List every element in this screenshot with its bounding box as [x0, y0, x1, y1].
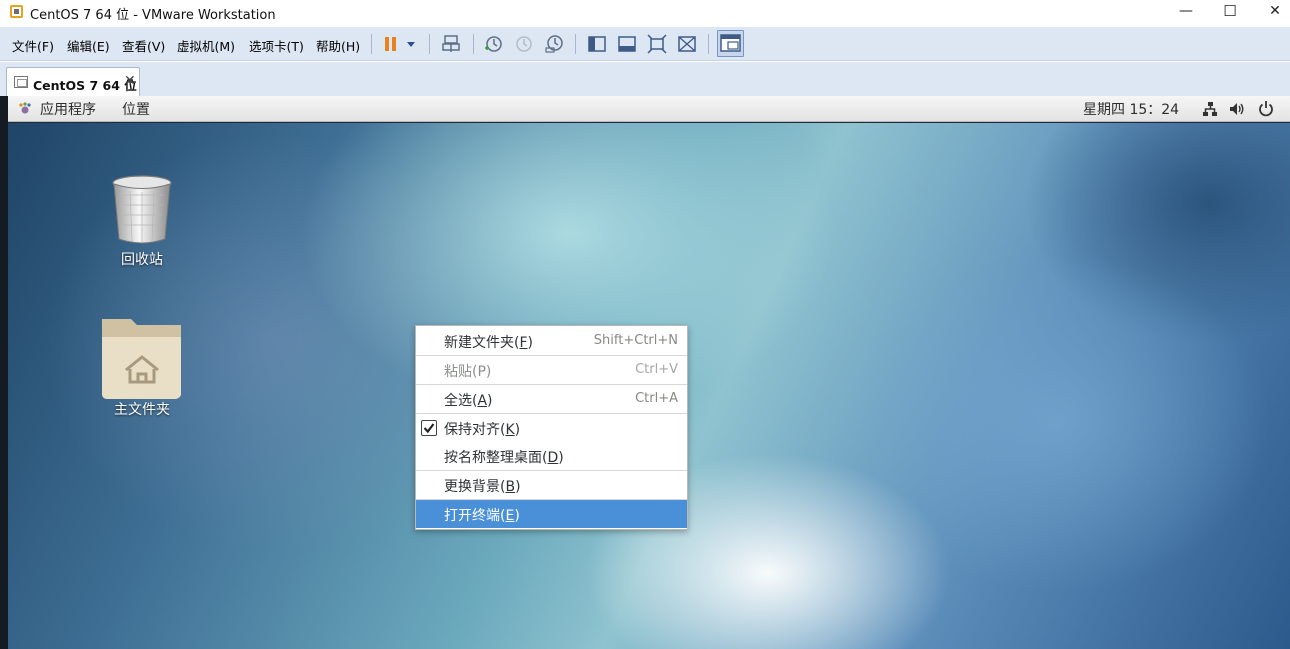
desktop-icon-home[interactable]: 主文件夹 [96, 315, 188, 419]
desktop-icon-trash[interactable]: 回收站 [100, 173, 184, 269]
menu-toolbar: 文件(F) 编辑(E) 查看(V) 虚拟机(M) 选项卡(T) 帮助(H) [0, 27, 1290, 61]
take-snapshot-button[interactable] [482, 33, 504, 55]
menu-item-label: 打开终端(E) [444, 508, 520, 524]
home-folder-icon [102, 319, 181, 399]
menu-item-label: 按名称整理桌面(D) [444, 450, 564, 466]
volume-icon[interactable] [1229, 101, 1245, 117]
dropdown-arrow-icon [407, 42, 415, 47]
menu-edit[interactable]: 编辑(E) [67, 36, 110, 55]
vm-tab-icon [14, 76, 28, 88]
checkbox-checked-icon[interactable] [421, 420, 437, 436]
toolbar-separator [429, 34, 430, 54]
menu-item-paste[interactable]: 粘贴(P) Ctrl+V [416, 356, 687, 384]
desktop-icon-label: 主文件夹 [114, 402, 170, 418]
menu-item-label: 新建文件夹(F) [444, 335, 533, 351]
menu-item-accelerator: Ctrl+A [635, 391, 678, 406]
close-button[interactable]: ✕ [1252, 0, 1290, 24]
desktop-icon-label: 回收站 [121, 252, 163, 268]
unity-button[interactable] [676, 33, 698, 55]
unity-icon [678, 36, 696, 52]
send-ctrl-alt-del-button[interactable] [440, 33, 462, 55]
console-view-button[interactable] [616, 33, 638, 55]
snapshot-manager-button[interactable] [543, 33, 565, 55]
snapshot-icon [485, 36, 502, 52]
view-tabs-button[interactable] [717, 30, 744, 57]
menu-item-change-background[interactable]: 更换背景(B) [416, 471, 687, 499]
vm-tabbar: CentOS 7 64 位 ✕ [0, 62, 1290, 96]
toolbar-separator [575, 34, 576, 54]
gnome-foot-icon [19, 102, 31, 114]
send-ctrl-alt-del-icon [442, 35, 460, 52]
menu-tabs[interactable]: 选项卡(T) [249, 36, 304, 55]
menu-item-select-all[interactable]: 全选(A) Ctrl+A [416, 385, 687, 413]
vmware-app-icon [10, 5, 23, 18]
vm-left-border [0, 96, 8, 649]
tab-close-icon[interactable]: ✕ [124, 73, 136, 89]
menu-item-label: 全选(A) [444, 393, 493, 409]
window-titlebar: CentOS 7 64 位 - VMware Workstation — ☐ ✕ [0, 0, 1290, 24]
menu-item-label: 更换背景(B) [444, 479, 521, 495]
window-title: CentOS 7 64 位 - VMware Workstation [30, 8, 276, 23]
console-view-icon [618, 36, 636, 52]
network-icon[interactable] [1202, 101, 1218, 117]
menu-item-accelerator: Shift+Ctrl+N [593, 333, 678, 348]
revert-snapshot-icon [516, 36, 532, 52]
menu-item-accelerator: Ctrl+V [635, 362, 678, 377]
tab-label: CentOS 7 64 位 [33, 78, 137, 93]
gnome-places-menu[interactable]: 位置 [122, 99, 150, 119]
menu-help[interactable]: 帮助(H) [316, 36, 360, 55]
fullscreen-button[interactable] [646, 33, 668, 55]
pause-icon [385, 37, 415, 51]
desktop-context-menu: 新建文件夹(F) Shift+Ctrl+N 粘贴(P) Ctrl+V 全选(A)… [415, 325, 688, 530]
menu-item-keep-aligned[interactable]: 保持对齐(K) [416, 414, 687, 442]
trash-icon [112, 175, 172, 244]
gnome-top-bar: 应用程序 位置 星期四 15：24 [8, 96, 1290, 122]
fullscreen-icon [647, 34, 667, 54]
menu-vm[interactable]: 虚拟机(M) [177, 36, 235, 55]
menu-view[interactable]: 查看(V) [122, 36, 165, 55]
gnome-clock[interactable]: 星期四 15：24 [1083, 99, 1179, 119]
maximize-button[interactable]: ☐ [1207, 0, 1253, 24]
toolbar-separator [708, 34, 709, 54]
power-icon[interactable] [1258, 100, 1274, 117]
menu-item-label: 粘贴(P) [444, 364, 492, 380]
menu-item-new-folder[interactable]: 新建文件夹(F) Shift+Ctrl+N [416, 327, 687, 355]
minimize-button[interactable]: — [1163, 0, 1209, 24]
toolbar-separator [473, 34, 474, 54]
snapshot-manager-icon [545, 35, 563, 53]
library-button[interactable] [586, 33, 608, 55]
view-tabs-icon [720, 34, 741, 52]
menu-file[interactable]: 文件(F) [12, 36, 54, 55]
tab-centos[interactable]: CentOS 7 64 位 ✕ [6, 67, 140, 96]
library-icon [588, 36, 606, 52]
menu-item-arrange-by-name[interactable]: 按名称整理桌面(D) [416, 442, 687, 470]
gnome-applications-menu[interactable]: 应用程序 [40, 99, 96, 119]
pause-button[interactable] [382, 35, 416, 53]
toolbar-separator [371, 34, 372, 54]
revert-snapshot-button[interactable] [512, 33, 534, 55]
menu-item-open-terminal[interactable]: 打开终端(E) [416, 500, 687, 528]
menu-item-label: 保持对齐(K) [444, 422, 521, 438]
